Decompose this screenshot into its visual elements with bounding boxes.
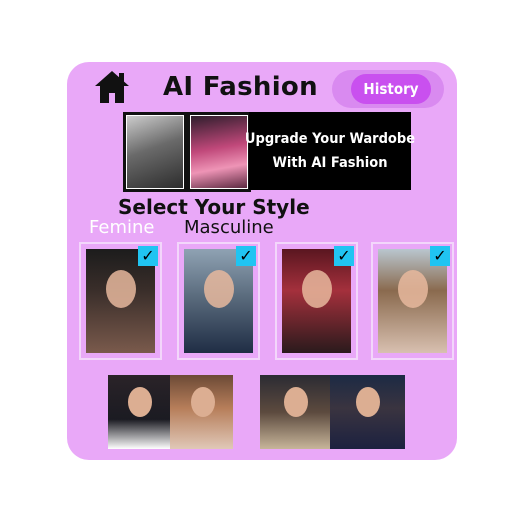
banner-line-1: Upgrade Your Wardobe [244,131,416,147]
result-photo-1[interactable] [108,375,170,449]
style-card-2[interactable]: ✓ [177,242,260,360]
banner-photo-woman-neon [187,112,251,192]
style-card-4[interactable]: ✓ [371,242,454,360]
style-photo-face [105,269,136,308]
tab-femine[interactable]: Femine [89,217,154,238]
style-photo-face [203,269,234,308]
result-photo-face [284,387,308,417]
result-photo-face [191,387,215,417]
app-title: AI Fashion [163,72,318,102]
history-button[interactable]: History [351,74,431,104]
checkmark-icon: ✓ [334,246,354,266]
banner-photo-woman-monochrome [123,112,187,192]
checkmark-icon: ✓ [430,246,450,266]
style-card-3[interactable]: ✓ [275,242,358,360]
promo-banner[interactable]: Upgrade Your Wardobe With AI Fashion [245,112,415,190]
style-photo-face [301,269,332,308]
section-title: Select Your Style [118,195,310,219]
home-icon[interactable] [93,68,131,106]
banner-line-2: With AI Fashion [272,155,388,171]
checkmark-icon: ✓ [236,246,256,266]
result-photo-face [128,387,152,417]
checkmark-icon: ✓ [138,246,158,266]
tab-masculine[interactable]: Masculine [184,217,274,238]
style-card-1[interactable]: ✓ [79,242,162,360]
result-photo-face [356,387,380,417]
app-card: AI Fashion History Upgrade Your Wardobe … [67,62,457,460]
result-photo-4[interactable] [330,375,405,449]
style-photo-face [397,269,428,308]
result-photo-2[interactable] [170,375,233,449]
result-photo-3[interactable] [260,375,330,449]
